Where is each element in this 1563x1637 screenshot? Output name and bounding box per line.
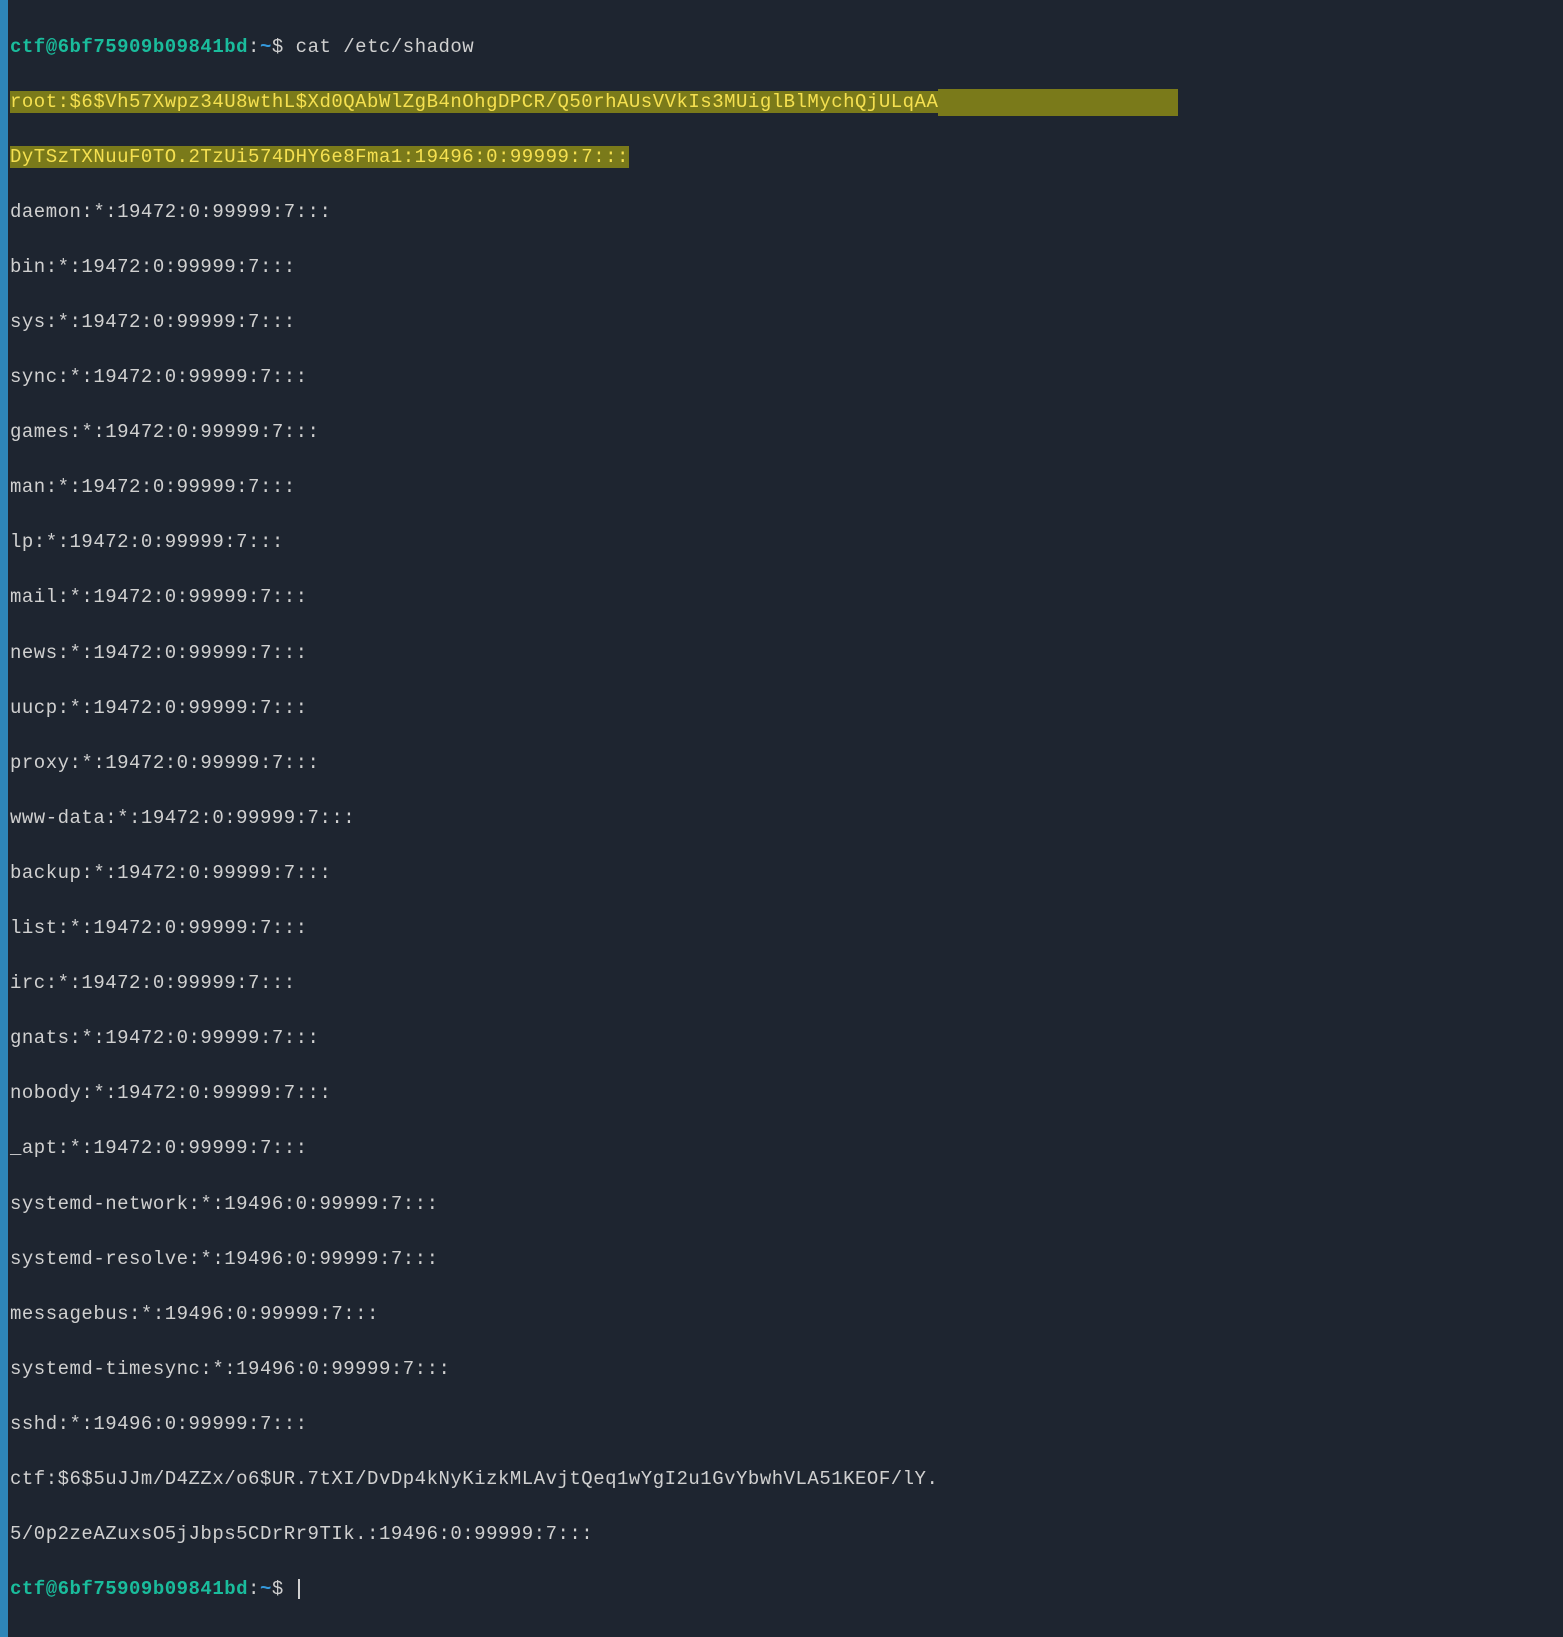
- output-line: lp:*:19472:0:99999:7:::: [10, 529, 1561, 557]
- output-line: systemd-resolve:*:19496:0:99999:7:::: [10, 1246, 1561, 1274]
- output-line: _apt:*:19472:0:99999:7:::: [10, 1135, 1561, 1163]
- cursor: [298, 1579, 300, 1599]
- output-line: systemd-timesync:*:19496:0:99999:7:::: [10, 1356, 1561, 1384]
- prompt-user-host: ctf@6bf75909b09841bd: [10, 1578, 248, 1600]
- output-line: gnats:*:19472:0:99999:7:::: [10, 1025, 1561, 1053]
- command-line: ctf@6bf75909b09841bd:~$ cat /etc/shadow: [10, 34, 1561, 62]
- output-line: proxy:*:19472:0:99999:7:::: [10, 750, 1561, 778]
- output-line: list:*:19472:0:99999:7:::: [10, 915, 1561, 943]
- terminal[interactable]: ctf@6bf75909b09841bd:~$ cat /etc/shadow …: [10, 6, 1561, 1631]
- prompt-path: ~: [260, 36, 272, 58]
- output-line: www-data:*:19472:0:99999:7:::: [10, 805, 1561, 833]
- output-line: ctf:$6$5uJJm/D4ZZx/o6$UR.7tXI/DvDp4kNyKi…: [10, 1466, 1561, 1494]
- prompt-symbol: $: [272, 1578, 284, 1600]
- output-line: games:*:19472:0:99999:7:::: [10, 419, 1561, 447]
- typed-command: cat /etc/shadow: [296, 36, 475, 58]
- output-line: news:*:19472:0:99999:7:::: [10, 640, 1561, 668]
- output-line: irc:*:19472:0:99999:7:::: [10, 970, 1561, 998]
- output-line: sync:*:19472:0:99999:7:::: [10, 364, 1561, 392]
- output-line: sshd:*:19496:0:99999:7:::: [10, 1411, 1561, 1439]
- prompt-separator: :: [248, 1578, 260, 1600]
- output-highlighted-root-1: root:$6$Vh57Xwpz34U8wthL$Xd0QAbWlZgB4nOh…: [10, 89, 1561, 117]
- output-line: nobody:*:19472:0:99999:7:::: [10, 1080, 1561, 1108]
- prompt-symbol: $: [272, 36, 284, 58]
- output-line: sys:*:19472:0:99999:7:::: [10, 309, 1561, 337]
- output-highlighted-root-2: DyTSzTXNuuF0TO.2TzUi574DHY6e8Fma1:19496:…: [10, 144, 1561, 172]
- output-line: 5/0p2zeAZuxsO5jJbps5CDrRr9TIk.:19496:0:9…: [10, 1521, 1561, 1549]
- output-line: uucp:*:19472:0:99999:7:::: [10, 695, 1561, 723]
- output-line: daemon:*:19472:0:99999:7:::: [10, 199, 1561, 227]
- prompt-path: ~: [260, 1578, 272, 1600]
- output-line: man:*:19472:0:99999:7:::: [10, 474, 1561, 502]
- output-line: bin:*:19472:0:99999:7:::: [10, 254, 1561, 282]
- prompt-line-empty[interactable]: ctf@6bf75909b09841bd:~$: [10, 1576, 1561, 1604]
- prompt-separator: :: [248, 36, 260, 58]
- output-line: systemd-network:*:19496:0:99999:7:::: [10, 1191, 1561, 1219]
- output-line: backup:*:19472:0:99999:7:::: [10, 860, 1561, 888]
- prompt-user-host: ctf@6bf75909b09841bd: [10, 36, 248, 58]
- output-line: mail:*:19472:0:99999:7:::: [10, 584, 1561, 612]
- output-line: messagebus:*:19496:0:99999:7:::: [10, 1301, 1561, 1329]
